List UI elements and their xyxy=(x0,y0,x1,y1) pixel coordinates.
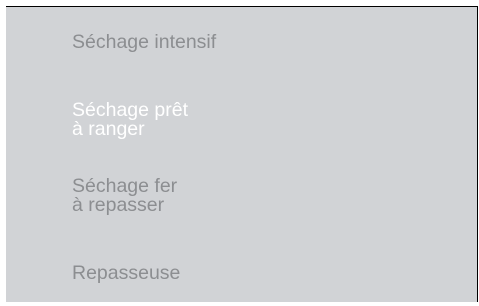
program-item-sechage-intensif[interactable]: Séchage intensif xyxy=(72,31,217,53)
program-item-sechage-pret-a-ranger[interactable]: Séchage prêt à ranger xyxy=(72,100,188,140)
program-label-line-2: à repasser xyxy=(72,194,165,216)
program-label-line-2: à ranger xyxy=(72,118,145,140)
program-menu-screen: Séchage intensif Séchage prêt à ranger S… xyxy=(6,6,478,302)
program-item-sechage-fer-a-repasser[interactable]: Séchage fer à repasser xyxy=(72,176,177,216)
program-label-line-1: Séchage intensif xyxy=(72,31,217,53)
program-label-line-1: Repasseuse xyxy=(72,262,181,284)
program-item-repasseuse[interactable]: Repasseuse xyxy=(72,262,181,284)
